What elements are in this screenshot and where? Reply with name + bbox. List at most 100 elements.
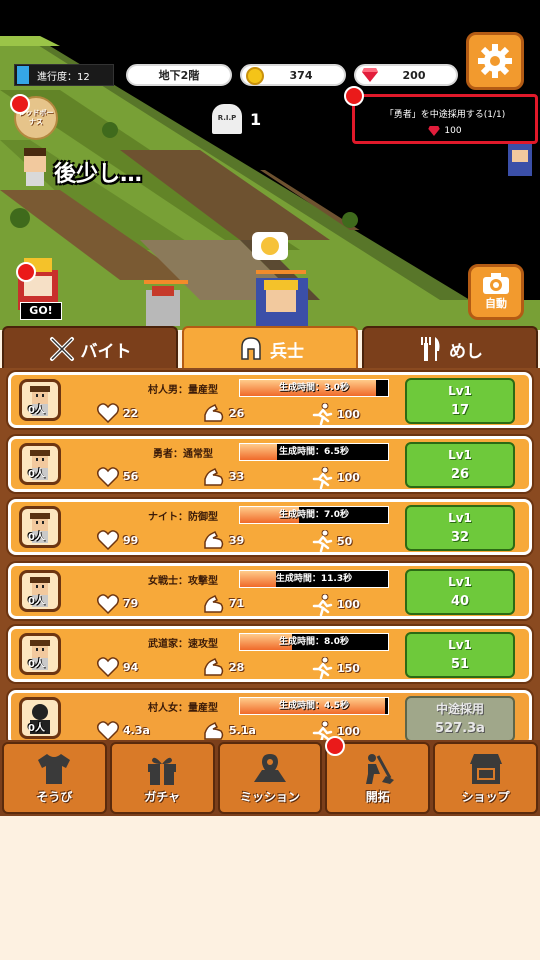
explore-alert-dot (325, 736, 346, 756)
progress-indicator: 進行度：12 (14, 64, 114, 86)
tab-food-label: めし (449, 341, 483, 362)
unit-name: 武道家：速攻型 (148, 639, 218, 650)
hp-stat: 94 (97, 657, 138, 677)
shop-icon (469, 753, 502, 784)
level-up-button[interactable]: Lv1 17 (405, 378, 515, 424)
speed-value: 50 (337, 534, 353, 548)
muscle-icon (204, 467, 224, 486)
spawn-time-label: 生成時間：4.5秒 (279, 700, 349, 711)
spawn-timer-bar: 生成時間：8.0秒 (239, 633, 389, 651)
attack-value: 71 (229, 597, 245, 610)
hp-stat: 79 (97, 593, 139, 614)
running-icon (312, 466, 333, 489)
attack-stat: 26 (203, 403, 244, 423)
nav-mission-label: ミッション (239, 789, 300, 804)
unit-card[interactable]: 0人 村人男：量産型 生成時間：3.0秒 22 26 100 Lv1 17 (8, 372, 532, 428)
unit-count: 0人 (28, 405, 45, 416)
hp-value: 56 (123, 470, 139, 483)
level-button-cost: 527.3a (435, 720, 485, 736)
king-alert-dot (16, 262, 36, 282)
running-icon (312, 593, 333, 616)
auto-camera-button[interactable]: 自動 (468, 264, 524, 320)
tab-soldiers[interactable]: 兵士 (182, 326, 358, 370)
tab-part-time[interactable]: バイト (2, 326, 178, 370)
go-button[interactable]: GO! (20, 302, 62, 320)
unit-count: 0人 (28, 532, 45, 543)
attack-stat: 39 (203, 530, 244, 550)
level-up-button[interactable]: Lv1 32 (405, 505, 515, 551)
shirt-icon (38, 753, 71, 784)
attack-stat: 33 (203, 467, 244, 487)
hp-value: 22 (123, 406, 139, 420)
camera-icon (483, 273, 509, 294)
nav-explore[interactable]: 開拓 (325, 736, 431, 814)
go-label: GO! (29, 304, 53, 317)
settings-button[interactable] (466, 32, 524, 90)
level-up-button[interactable]: Lv1 51 (405, 632, 515, 678)
nav-gacha[interactable]: ガチャ (109, 742, 215, 814)
mission-notice[interactable]: 「勇者」を中途採用する(1/1) 100 (352, 94, 538, 144)
bottom-navigation: そうび ガチャ ミッション 開拓 ショップ (0, 736, 540, 816)
nav-equipment[interactable]: そうび (2, 742, 107, 814)
mission-title: 「勇者」を中途採用する(1/1) (384, 110, 506, 120)
level-button-cost: 17 (450, 403, 470, 418)
unit-portrait: 0人 (19, 506, 61, 548)
unit-card[interactable]: 0人 ナイト：防御型 生成時間：7.0秒 99 39 50 Lv1 32 (8, 499, 532, 555)
unit-card[interactable]: 0人 武道家：速攻型 生成時間：8.0秒 94 28 150 Lv1 51 (8, 626, 532, 682)
level-button-top: Lv1 (448, 447, 472, 462)
red-bonus-alert-dot (10, 94, 30, 114)
unit-card[interactable]: 0人 女戦士：攻撃型 生成時間：11.3秒 79 71 100 Lv1 40 (8, 562, 532, 619)
unit-card[interactable]: 0人 村人女：量産型 生成時間：4.5秒 4.3a 5.1a 100 中途採用 527.3a (8, 689, 532, 746)
tab-food[interactable]: めし (362, 326, 538, 370)
hero-speech-text: 後少し… (54, 162, 143, 187)
gift-icon (148, 757, 177, 785)
hp-value: 99 (123, 533, 139, 547)
spawn-time-label: 生成時間：8.0秒 (279, 637, 349, 647)
unit-card[interactable]: 0人 勇者：通常型 生成時間：6.5秒 56 33 100 Lv1 26 (8, 435, 532, 492)
mission-alert-dot (344, 86, 364, 106)
level-up-button[interactable]: Lv1 26 (405, 441, 515, 488)
nav-mission[interactable]: ミッション (217, 742, 323, 814)
unit-portrait: 0人 (19, 379, 61, 421)
gem-counter: 200 (354, 64, 458, 86)
digging-icon (365, 753, 394, 784)
level-button-top: Lv1 (448, 638, 472, 652)
running-icon (312, 530, 333, 552)
attack-value: 28 (229, 660, 245, 674)
ruby-icon (362, 68, 378, 82)
helmet-icon (241, 337, 261, 360)
heart-icon (97, 466, 119, 487)
level-button-top: 中途採用 (435, 701, 484, 716)
nav-shop-label: ショップ (461, 789, 510, 804)
game-screen: 進行度：12 地下2階 374 200 R.I.P 1 「勇者」を中途採用する(… (0, 0, 540, 960)
unit-name: ナイト：防御型 (148, 512, 218, 523)
spawn-timer-bar: 生成時間：11.3秒 (239, 569, 389, 588)
attack-stat: 5.1a (203, 721, 256, 741)
speed-value: 100 (337, 725, 360, 738)
level-up-button[interactable]: Lv1 40 (405, 568, 515, 615)
spawn-time-label: 生成時間：6.5秒 (279, 446, 349, 457)
speed-value: 150 (337, 661, 360, 675)
unit-name: 村人男：量産型 (148, 385, 218, 396)
gold-counter: 374 (240, 64, 346, 86)
speed-value: 100 (337, 407, 360, 421)
tab-part-time-label: バイト (80, 341, 132, 362)
speed-stat: 150 (311, 657, 360, 679)
dungeon-scene[interactable]: 進行度：12 地下2階 374 200 R.I.P 1 「勇者」を中途採用する(… (0, 0, 540, 330)
gold-coin-icon (246, 67, 264, 85)
hp-stat: 4.3a (97, 720, 150, 741)
spawn-timer-bar: 生成時間：7.0秒 (239, 506, 389, 524)
speed-stat: 100 (311, 403, 360, 425)
mid-hire-button[interactable]: 中途採用 527.3a (405, 695, 515, 742)
spawn-timer-bar: 生成時間：4.5秒 (239, 696, 389, 715)
gear-icon (478, 44, 512, 78)
unit-name: 勇者：通常型 (153, 448, 213, 460)
muscle-icon (204, 594, 224, 613)
unit-list[interactable]: 0人 村人男：量産型 生成時間：3.0秒 22 26 100 Lv1 17 0人 勇者：通常型 生成… (0, 368, 540, 746)
heart-icon (97, 530, 119, 550)
nav-shop[interactable]: ショップ (433, 742, 538, 814)
hp-value: 79 (123, 597, 139, 610)
map-icon (253, 753, 286, 782)
attack-value: 5.1a (229, 724, 256, 737)
spawn-time-label: 生成時間：7.0秒 (279, 510, 349, 520)
